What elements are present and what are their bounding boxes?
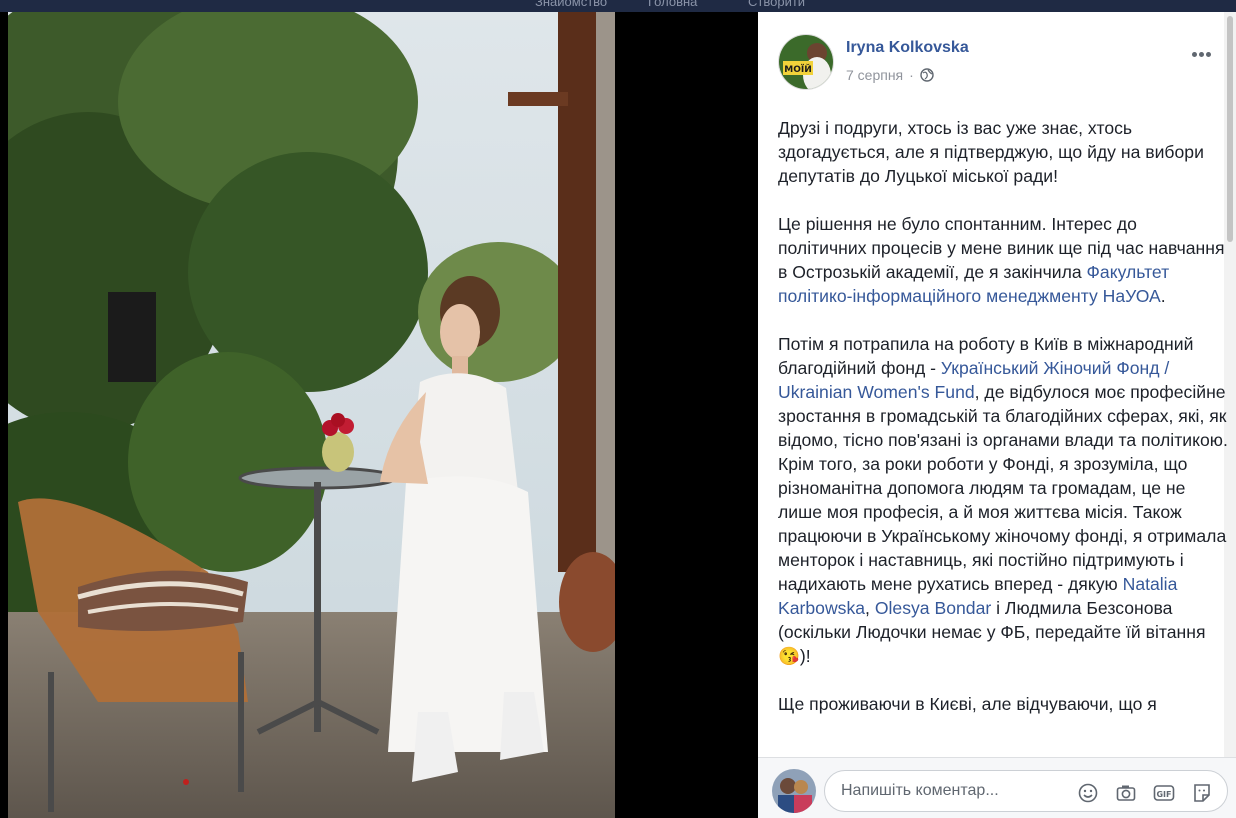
author-avatar[interactable]: МОЇЙ — [778, 34, 834, 90]
post-paragraph: Це рішення не було спонтанним. Інтерес д… — [778, 212, 1228, 308]
post-meta: 7 серпня · — [846, 67, 934, 83]
avatar-badge-text: МОЇЙ — [784, 63, 812, 75]
comment-input[interactable]: Напишіть коментар... GIF — [824, 770, 1228, 812]
emoji-icon[interactable] — [1077, 782, 1099, 804]
post-header: МОЇЙ Iryna Kolkovska 7 серпня · — [778, 34, 1216, 94]
post-text-segment: , — [865, 598, 875, 618]
author-name[interactable]: Iryna Kolkovska — [846, 39, 969, 57]
nav-item-home[interactable]: Головна — [648, 0, 697, 9]
post-text-segment: . — [1160, 286, 1166, 306]
camera-icon[interactable] — [1115, 782, 1137, 804]
post-link[interactable]: Olesya Bondar — [875, 598, 991, 618]
comment-placeholder: Напишіть коментар... — [841, 782, 999, 799]
photo-illustration — [8, 12, 615, 818]
nav-item-discover[interactable]: Знайомство — [535, 0, 607, 9]
post-paragraph: Друзі і подруги, хтось із вас уже знає, … — [778, 116, 1228, 188]
globe-icon — [920, 68, 934, 82]
gif-icon[interactable]: GIF — [1153, 782, 1175, 804]
sticker-icon[interactable] — [1191, 782, 1213, 804]
post-paragraph: Ще проживаючи в Києві, але відчуваючи, щ… — [778, 692, 1228, 716]
post-date[interactable]: 7 серпня — [846, 67, 903, 83]
nav-item-create[interactable]: Створити — [748, 0, 805, 9]
post-side-panel: МОЇЙ Iryna Kolkovska 7 серпня · Друзі і … — [758, 12, 1236, 818]
comment-composer: Напишіть коментар... GIF — [758, 758, 1236, 818]
post-text-segment: , де відбулося моє професійне зростання … — [778, 382, 1228, 594]
post-text-segment: Ще проживаючи в Києві, але відчуваючи, щ… — [778, 694, 1157, 714]
top-navigation-bar: Знайомство Головна Створити — [0, 0, 1236, 12]
post-text-segment: Друзі і подруги, хтось із вас уже знає, … — [778, 118, 1204, 186]
post-photo[interactable] — [8, 12, 615, 818]
svg-text:GIF: GIF — [1156, 790, 1171, 799]
post-paragraph: Потім я потрапила на роботу в Київ в між… — [778, 332, 1228, 668]
viewer-avatar[interactable] — [772, 769, 816, 813]
post-body: Друзі і подруги, хтось із вас уже знає, … — [778, 116, 1228, 740]
more-options-icon[interactable] — [1192, 44, 1216, 58]
